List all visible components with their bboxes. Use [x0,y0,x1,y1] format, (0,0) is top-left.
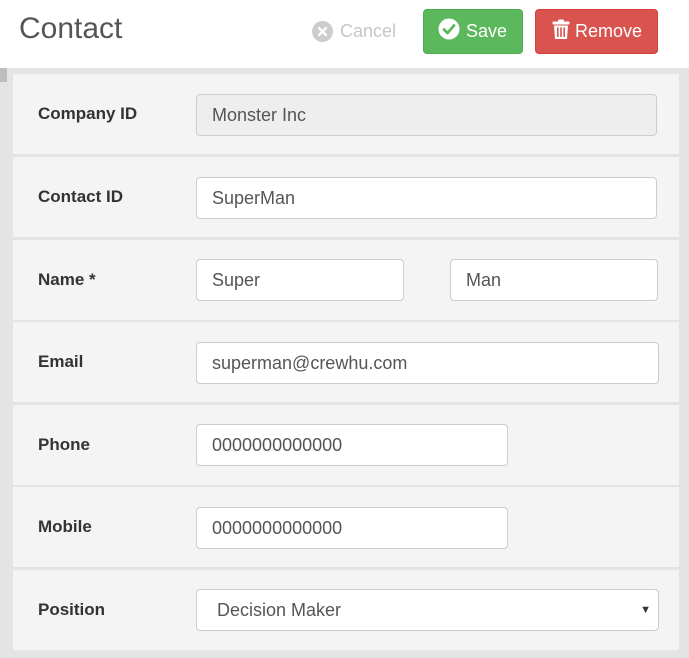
trash-icon [552,19,570,45]
cancel-button-label: Cancel [340,20,397,41]
contact-id-input[interactable]: SuperMan [196,177,657,219]
form-row-company-id: Company ID Monster Inc [13,74,679,154]
cancel-button[interactable]: Cancel [312,18,396,44]
remove-button-label: Remove [575,21,643,41]
phone-input[interactable]: 0000000000000 [196,424,508,466]
mobile-label: Mobile [38,517,92,536]
form-row-name: Name * Super Man [13,240,679,320]
form-row-email: Email superman@crewhu.com [13,322,679,402]
form-row-position: Position Decision Maker ▼ [13,570,679,650]
email-input[interactable]: superman@crewhu.com [196,342,659,384]
company-id-field: Monster Inc [196,94,657,136]
check-circle-icon [438,18,460,45]
header-bar: Contact Cancel Save Remove [0,0,689,68]
last-name-input[interactable]: Man [450,259,658,301]
form-row-mobile: Mobile 0000000000000 [13,487,679,567]
remove-button[interactable]: Remove [535,9,658,54]
times-circle-icon [312,20,333,42]
first-name-input[interactable]: Super [196,259,404,301]
phone-label: Phone [38,435,90,454]
form-row-contact-id: Contact ID SuperMan [13,157,679,237]
position-select-value: Decision Maker [217,600,342,620]
position-label: Position [38,600,106,619]
caret-down-icon: ▼ [640,604,651,616]
name-label: Name * [38,270,96,289]
page-title: Contact [19,12,123,45]
save-button-label: Save [466,21,508,41]
contact-id-label: Contact ID [38,187,123,206]
form-row-phone: Phone 0000000000000 [13,405,679,485]
mobile-input[interactable]: 0000000000000 [196,507,508,549]
save-button[interactable]: Save [423,9,523,54]
contact-form: Company ID Monster Inc Contact ID SuperM… [0,68,689,658]
email-label: Email [38,352,84,371]
position-select[interactable]: Decision Maker ▼ [196,589,659,631]
company-id-label: Company ID [38,104,138,123]
